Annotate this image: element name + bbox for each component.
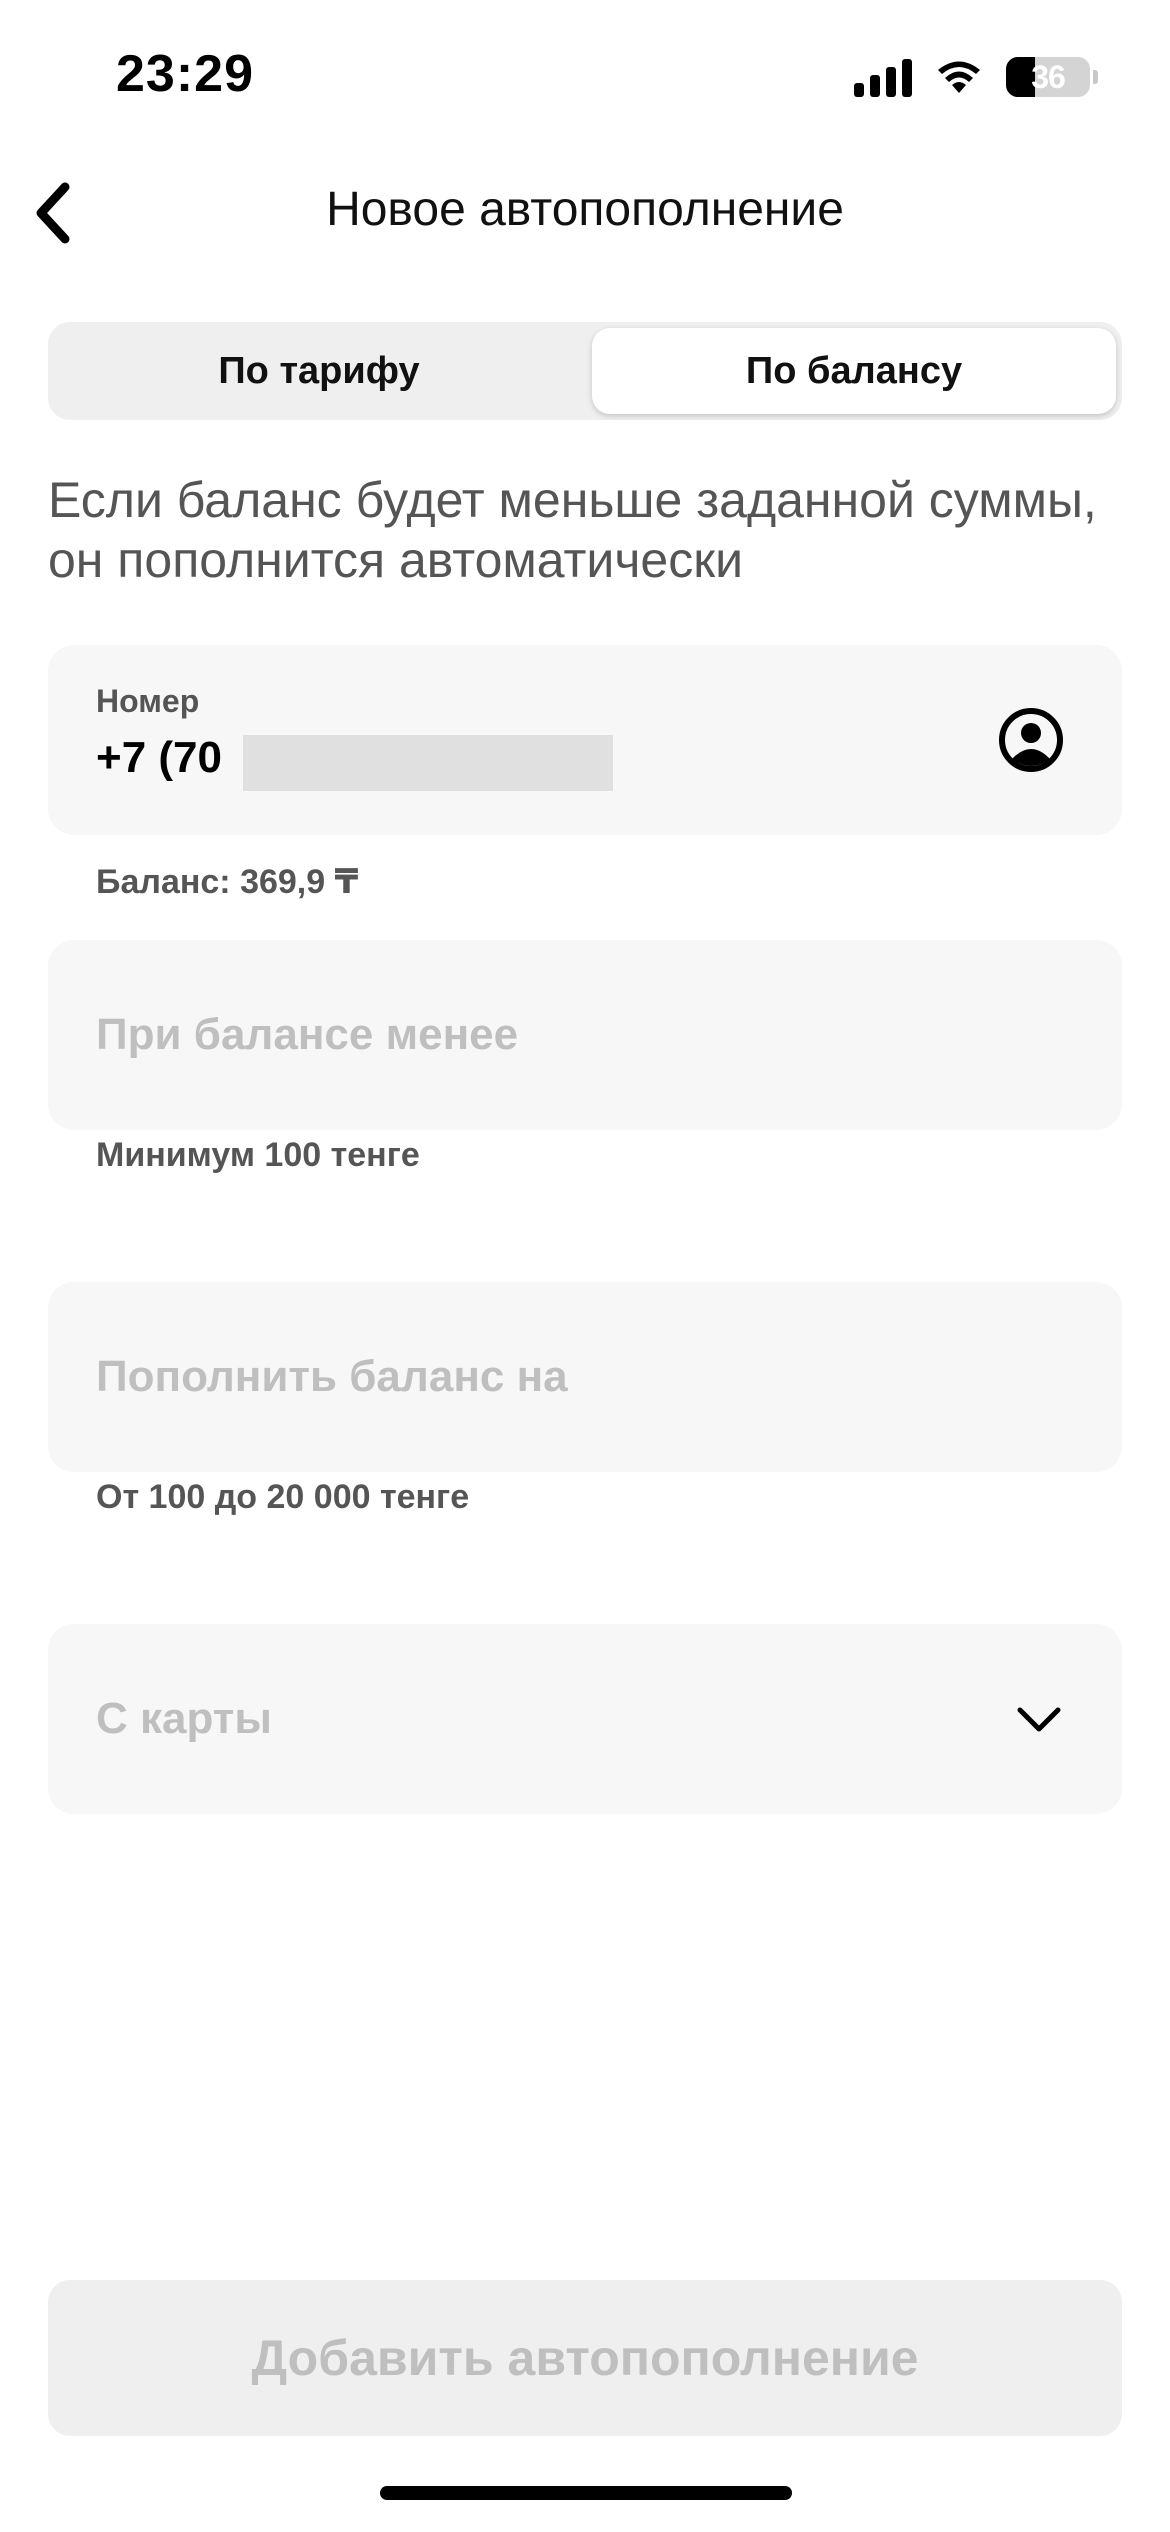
phone-value: +7 (70: [96, 733, 222, 782]
topup-amount-placeholder: Пополнить баланс на: [96, 1352, 568, 1401]
status-time: 23:29: [116, 45, 254, 103]
topup-amount-hint: От 100 до 20 000 тенге: [96, 1478, 470, 1516]
min-balance-input[interactable]: При балансе менее: [48, 940, 1122, 1130]
signal-icon: [854, 57, 912, 97]
page-title: Новое автопополнение: [326, 183, 844, 236]
tab-by-tariff[interactable]: По тарифу: [54, 328, 584, 414]
topup-amount-input[interactable]: Пополнить баланс на: [48, 1282, 1122, 1472]
status-icons: 36: [854, 52, 1098, 102]
mode-segmented-control: По тарифу По балансу: [48, 322, 1122, 420]
battery-level: 36: [1031, 58, 1066, 95]
home-indicator: [380, 2486, 792, 2500]
phone-redaction: [243, 735, 613, 791]
contact-picker-button[interactable]: [998, 707, 1064, 773]
card-select-placeholder: С карты: [96, 1694, 272, 1743]
wifi-icon: [936, 59, 982, 95]
min-balance-placeholder: При балансе менее: [96, 1010, 519, 1059]
tab-by-balance[interactable]: По балансу: [592, 328, 1116, 414]
min-balance-hint: Минимум 100 тенге: [96, 1136, 420, 1174]
description-text: Если баланс будет меньше заданной суммы,…: [48, 472, 1097, 588]
balance-text: Баланс: 369,9 ₸: [96, 863, 359, 901]
status-bar: 23:29 36: [0, 0, 1170, 150]
phone-label: Номер: [96, 683, 200, 719]
battery-icon: 36: [1006, 57, 1098, 97]
card-select[interactable]: С карты: [48, 1624, 1122, 1814]
nav-bar: Новое автопополнение: [0, 160, 1170, 260]
person-circle-icon: [999, 708, 1063, 772]
chevron-down-icon: [1017, 1707, 1061, 1732]
add-autotopup-button[interactable]: Добавить автопополнение: [48, 2280, 1122, 2436]
phone-field[interactable]: Номер +7 (70: [48, 645, 1122, 835]
